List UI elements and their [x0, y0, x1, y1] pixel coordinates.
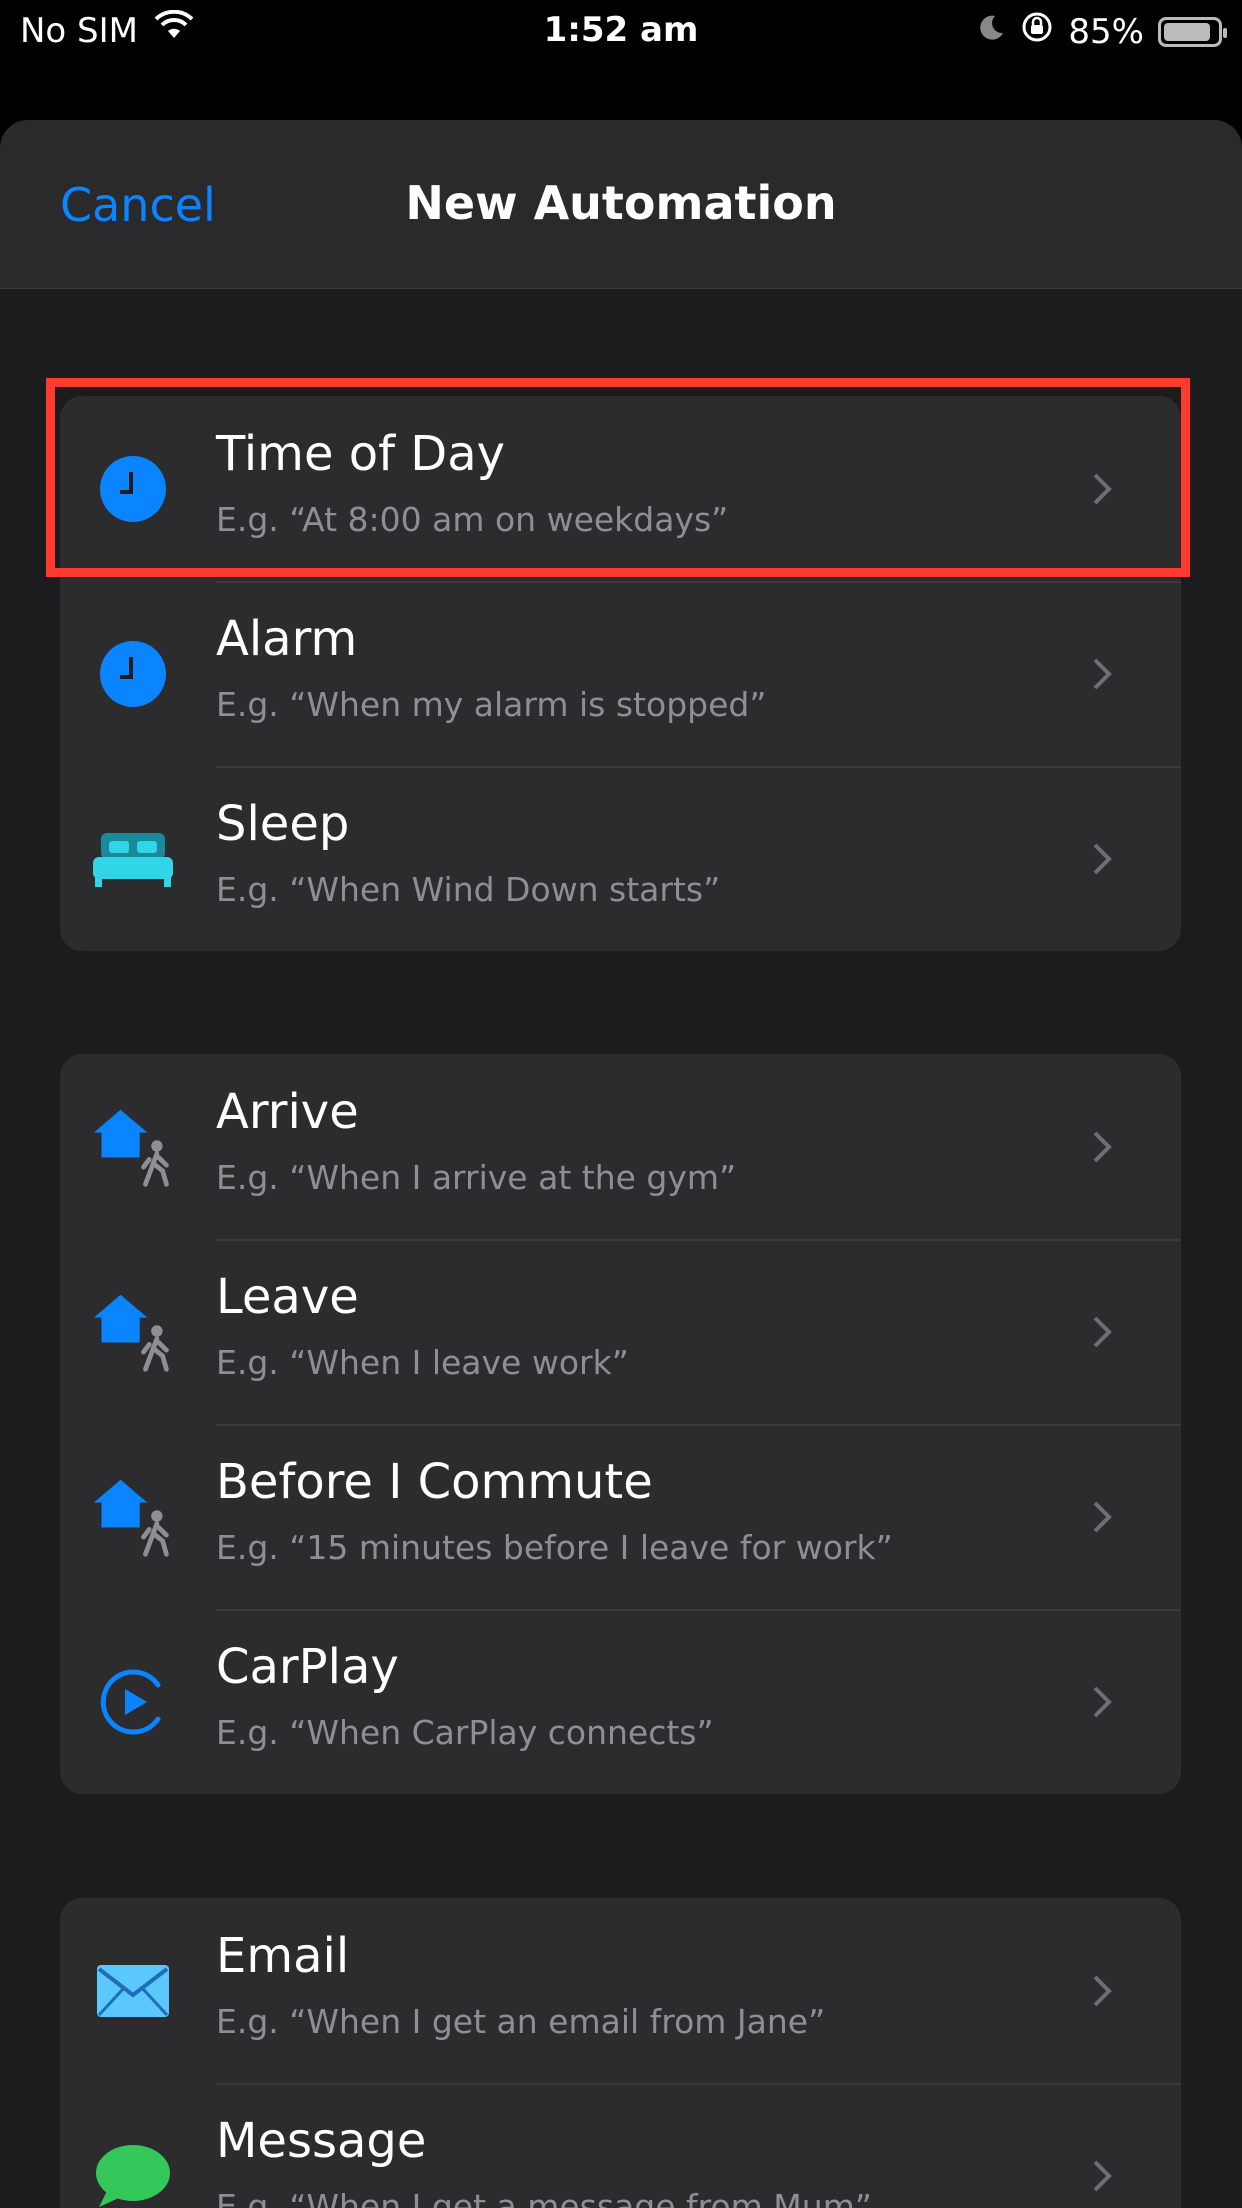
- chevron-right-icon: [1093, 1131, 1112, 1162]
- page-title: New Automation: [405, 176, 837, 230]
- item-title: Arrive: [216, 1084, 359, 1140]
- item-subtitle: E.g. “When I get an email from Jane”: [216, 2002, 826, 2041]
- list-item-sleep[interactable]: Sleep E.g. “When Wind Down starts”: [60, 766, 1181, 951]
- rotation-lock-icon: [1020, 10, 1054, 53]
- new-automation-sheet: Cancel New Automation Time of Day E.g. “…: [0, 120, 1242, 2208]
- list-item-message[interactable]: Message E.g. “When I get a message from …: [60, 2083, 1181, 2208]
- chevron-right-icon: [1093, 658, 1112, 689]
- list-item-leave[interactable]: Leave E.g. “When I leave work”: [60, 1239, 1181, 1424]
- chevron-right-icon: [1093, 1501, 1112, 1532]
- clock-icon: [90, 446, 176, 532]
- message-icon: [90, 2133, 176, 2208]
- item-title: Time of Day: [216, 426, 506, 482]
- item-subtitle: E.g. “When my alarm is stopped”: [216, 685, 767, 724]
- list-item-email[interactable]: Email E.g. “When I get an email from Jan…: [60, 1898, 1181, 2083]
- moon-icon: [976, 12, 1006, 52]
- item-title: Message: [216, 2113, 427, 2169]
- item-subtitle: E.g. “At 8:00 am on weekdays”: [216, 500, 729, 539]
- item-subtitle: E.g. “When I leave work”: [216, 1343, 629, 1382]
- chevron-right-icon: [1093, 1316, 1112, 1347]
- list-item-arrive[interactable]: Arrive E.g. “When I arrive at the gym”: [60, 1054, 1181, 1239]
- clock-icon: [90, 631, 176, 717]
- location-triggers-group: Arrive E.g. “When I arrive at the gym” L…: [60, 1054, 1181, 1794]
- item-title: Leave: [216, 1269, 359, 1325]
- time-triggers-group: Time of Day E.g. “At 8:00 am on weekdays…: [60, 396, 1181, 951]
- item-title: Sleep: [216, 796, 350, 852]
- item-subtitle: E.g. “When I arrive at the gym”: [216, 1158, 737, 1197]
- chevron-right-icon: [1093, 473, 1112, 504]
- envelope-icon: [90, 1948, 176, 2034]
- item-title: CarPlay: [216, 1639, 399, 1695]
- item-subtitle: E.g. “When CarPlay connects”: [216, 1713, 714, 1752]
- item-title: Email: [216, 1928, 350, 1984]
- chevron-right-icon: [1093, 1975, 1112, 2006]
- battery-icon: [1158, 16, 1227, 47]
- communication-triggers-group: Email E.g. “When I get an email from Jan…: [60, 1898, 1181, 2208]
- list-item-carplay[interactable]: CarPlay E.g. “When CarPlay connects”: [60, 1609, 1181, 1794]
- item-subtitle: E.g. “15 minutes before I leave for work…: [216, 1528, 893, 1567]
- battery-percent: 85%: [1068, 11, 1144, 52]
- item-subtitle: E.g. “When Wind Down starts”: [216, 870, 721, 909]
- list-item-alarm[interactable]: Alarm E.g. “When my alarm is stopped”: [60, 581, 1181, 766]
- navigation-bar: Cancel New Automation: [0, 120, 1242, 289]
- item-subtitle: E.g. “When I get a message from Mum”: [216, 2187, 872, 2208]
- home-person-icon: [90, 1289, 176, 1375]
- home-person-icon: [90, 1104, 176, 1190]
- chevron-right-icon: [1093, 843, 1112, 874]
- status-right: 85%: [976, 10, 1227, 53]
- home-person-icon: [90, 1474, 176, 1560]
- carplay-icon: [90, 1659, 176, 1745]
- list-item-before-i-commute[interactable]: Before I Commute E.g. “15 minutes before…: [60, 1424, 1181, 1609]
- chevron-right-icon: [1093, 1686, 1112, 1717]
- list-item-time-of-day[interactable]: Time of Day E.g. “At 8:00 am on weekdays…: [60, 396, 1181, 581]
- item-title: Alarm: [216, 611, 358, 667]
- item-title: Before I Commute: [216, 1454, 653, 1510]
- chevron-right-icon: [1093, 2160, 1112, 2191]
- status-bar: No SIM 1:52 am 85%: [0, 0, 1242, 64]
- bed-icon: [90, 816, 176, 902]
